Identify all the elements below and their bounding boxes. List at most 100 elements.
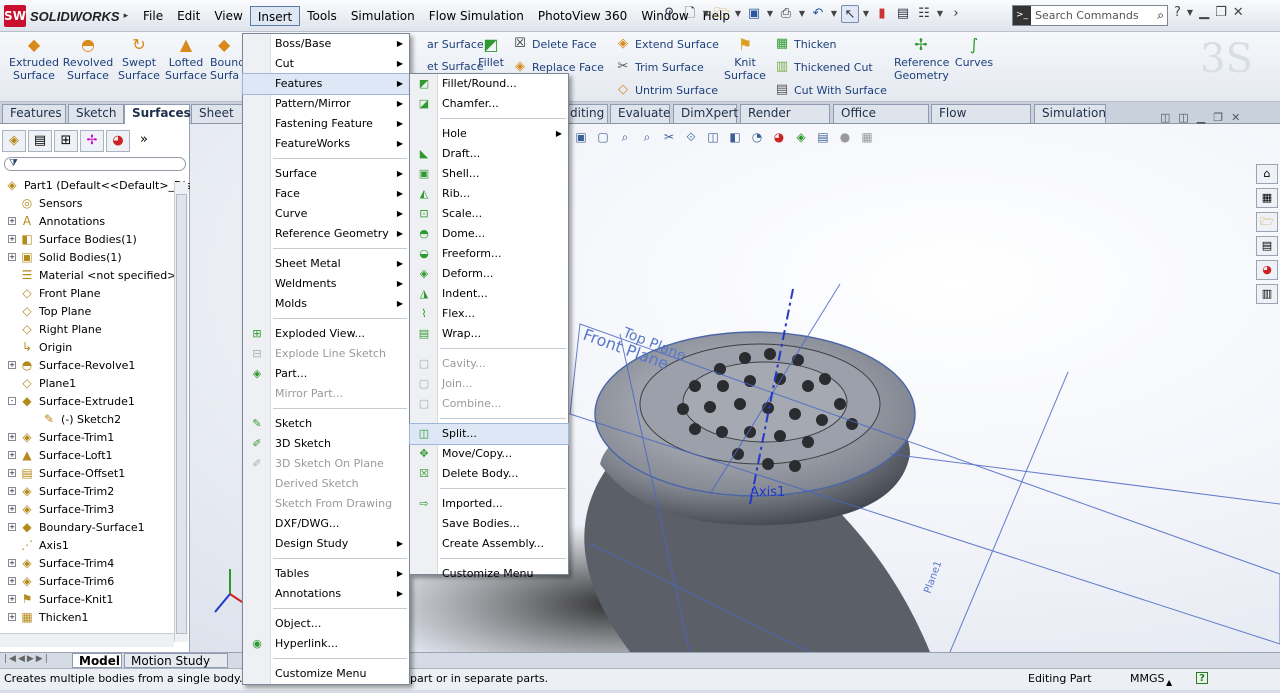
home-icon[interactable]: ⌂	[1256, 164, 1278, 184]
feature-manager-tab-icon[interactable]: ◈	[2, 130, 26, 152]
fillet-button[interactable]: ◩ Fillet	[476, 32, 506, 70]
tree-item[interactable]: ◇ Front Plane	[8, 284, 100, 302]
boundary-surface-button[interactable]: ◆ Bound Surfa	[210, 32, 245, 83]
menu-item-features[interactable]: Features ▶	[242, 73, 410, 95]
tree-item[interactable]: ◈ Part1 (Default<<Default>_Dis	[4, 176, 191, 194]
zoom-area-icon[interactable]: ⌕	[616, 128, 634, 146]
menu-view[interactable]: View	[207, 6, 249, 26]
menu-item-save-bodies[interactable]: Save Bodies...	[410, 514, 568, 534]
tree-item[interactable]: + ◈ Surface-Trim4	[8, 554, 114, 572]
menu-item-indent[interactable]: ◮ Indent...	[410, 284, 568, 304]
tree-item[interactable]: + ◆ Boundary-Surface1	[8, 518, 145, 536]
swept-surface-button[interactable]: ↻ Swept Surface	[116, 32, 162, 83]
section-view-icon[interactable]: ✂	[660, 128, 678, 146]
design-library-icon[interactable]: ▦	[1256, 188, 1278, 208]
solidworks-logo[interactable]: SW SOLIDWORKS ▸	[4, 5, 128, 27]
minimize-icon[interactable]: ▁	[1197, 111, 1205, 124]
tab-evaluate[interactable]: Evaluate	[610, 104, 670, 123]
dimxpert-manager-tab-icon[interactable]: ✢	[80, 130, 104, 152]
extend-surface-button[interactable]: ◈ Extend Surface	[615, 34, 719, 54]
print-icon[interactable]: ⎙	[777, 5, 795, 23]
tab-model[interactable]: Model	[72, 653, 122, 668]
chevron-down-icon[interactable]: ▼	[830, 5, 838, 23]
tree-item[interactable]: ✎ (-) Sketch2	[30, 410, 121, 428]
menu-item-split[interactable]: ◫ Split...	[409, 423, 569, 445]
tab-surfaces[interactable]: Surfaces	[124, 104, 191, 124]
tab-dimxpert[interactable]: DimXpert	[673, 104, 738, 123]
tab-features[interactable]: Features	[2, 104, 66, 123]
menu-item-surface[interactable]: Surface ▶	[243, 164, 409, 184]
chevron-down-icon[interactable]: ▼	[702, 5, 710, 23]
overflow-icon[interactable]: ›	[947, 5, 965, 23]
menu-item-draft[interactable]: ◣ Draft...	[410, 144, 568, 164]
collapse-icon[interactable]: -	[8, 397, 16, 405]
tree-item[interactable]: ◇ Top Plane	[8, 302, 91, 320]
menu-item-sketch[interactable]: ✎ Sketch	[243, 414, 409, 434]
revolved-surface-button[interactable]: ◓ Revolved Surface	[62, 32, 114, 83]
tree-item[interactable]: + A Annotations	[8, 212, 105, 230]
menu-item-sheet-metal[interactable]: Sheet Metal ▶	[243, 254, 409, 274]
menu-insert[interactable]: Insert	[249, 6, 301, 26]
tree-filter-input[interactable]: ⧩	[4, 157, 186, 171]
expand-icon[interactable]: +	[8, 505, 16, 513]
menu-item-curve[interactable]: Curve ▶	[243, 204, 409, 224]
tab-scroll-arrows-icon[interactable]: |◀◀▶▶|	[4, 654, 50, 664]
menu-item-imported[interactable]: ⇨ Imported...	[410, 494, 568, 514]
zoom-fit-icon[interactable]: ▢	[594, 128, 612, 146]
extruded-surface-button[interactable]: ◆ Extruded Surface	[6, 32, 62, 83]
save-icon[interactable]: ▣	[745, 5, 763, 23]
chevron-down-icon[interactable]: ▼	[766, 5, 774, 23]
menu-item-3d-sketch[interactable]: ✐ 3D Sketch	[243, 434, 409, 454]
menu-item-delete-body[interactable]: ☒ Delete Body...	[410, 464, 568, 484]
edit-appearance-icon[interactable]: ◕	[770, 128, 788, 146]
chevron-down-icon[interactable]: ▼	[936, 5, 944, 23]
tree-item[interactable]: + ◧ Surface Bodies(1)	[8, 230, 137, 248]
lofted-surface-button[interactable]: ▲ Lofted Surface	[164, 32, 208, 83]
file-properties-icon[interactable]: ▤	[894, 5, 912, 23]
thicken-button[interactable]: ▦ Thicken	[774, 34, 837, 54]
menu-item-featureworks[interactable]: FeatureWorks ▶	[243, 134, 409, 154]
tab-sheet-m[interactable]: Sheet M	[191, 104, 245, 137]
new-document-icon[interactable]: 🗋	[681, 5, 699, 23]
menu-item-create-assembly[interactable]: Create Assembly...	[410, 534, 568, 554]
menu-item-hole[interactable]: Hole ▶	[410, 124, 568, 144]
rebuild-icon[interactable]: ▮	[873, 5, 891, 23]
menu-item-move-copy[interactable]: ✥ Move/Copy...	[410, 444, 568, 464]
chevron-up-icon[interactable]: ▲	[1166, 673, 1172, 693]
menu-item-rib[interactable]: ◭ Rib...	[410, 184, 568, 204]
reference-geometry-button[interactable]: ✢ Reference Geometry	[894, 32, 949, 83]
knit-surface-button[interactable]: ⚑ Knit Surface	[722, 32, 768, 83]
expand-icon[interactable]: +	[8, 577, 16, 585]
menu-photoview-360[interactable]: PhotoView 360	[531, 6, 634, 26]
appearances-icon[interactable]: ◕	[1256, 260, 1278, 280]
tree-item[interactable]: ⋰ Axis1	[8, 536, 69, 554]
menu-item-customize-menu[interactable]: Customize Menu	[243, 664, 409, 684]
tile-left-icon[interactable]: ◫	[1160, 111, 1170, 124]
render-tools-icon[interactable]: ▦	[858, 128, 876, 146]
menu-item-object[interactable]: Object...	[243, 614, 409, 634]
logo-flyout-icon[interactable]: ▸	[124, 11, 129, 21]
tab-flow-simulation[interactable]: Flow Simulation	[931, 104, 1031, 137]
menu-item-scale[interactable]: ⊡ Scale...	[410, 204, 568, 224]
help-status-icon[interactable]: ?	[1196, 672, 1208, 684]
search-input[interactable]: Search Commands	[1031, 9, 1157, 22]
select-arrow-icon[interactable]: ↖	[841, 5, 859, 23]
units-status[interactable]: MMGS	[1130, 669, 1165, 689]
menu-item-fillet-round[interactable]: ◩ Fillet/Round...	[410, 74, 568, 94]
expand-icon[interactable]: +	[8, 469, 16, 477]
expand-icon[interactable]: +	[8, 361, 16, 369]
menu-item-molds[interactable]: Molds ▶	[243, 294, 409, 314]
tree-item[interactable]: ☰ Material <not specified>	[8, 266, 177, 284]
tile-right-icon[interactable]: ◫	[1178, 111, 1188, 124]
options-icon[interactable]: ☷	[915, 5, 933, 23]
curves-button[interactable]: ∫ Curves	[952, 32, 996, 70]
expand-icon[interactable]: +	[8, 523, 16, 531]
menu-file[interactable]: File	[136, 6, 170, 26]
tree-item[interactable]: + ◈ Surface-Trim3	[8, 500, 114, 518]
menu-item-dome[interactable]: ◓ Dome...	[410, 224, 568, 244]
tree-item[interactable]: + ▤ Surface-Offset1	[8, 464, 125, 482]
photoview-icon[interactable]: ●	[836, 128, 854, 146]
chevron-down-icon[interactable]: ▼	[1187, 8, 1193, 17]
file-explorer-icon[interactable]: 🗁	[1256, 212, 1278, 232]
expand-icon[interactable]: +	[8, 217, 16, 225]
